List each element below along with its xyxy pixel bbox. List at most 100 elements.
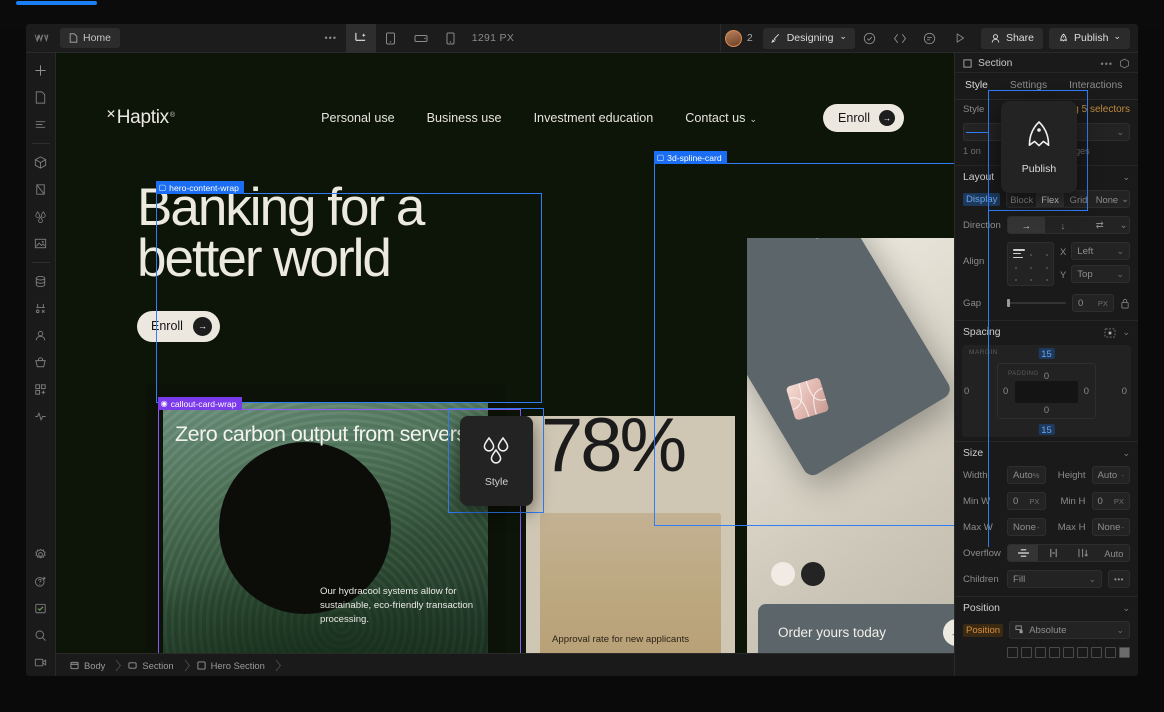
breakpoint-desktop-button[interactable] bbox=[346, 24, 376, 53]
margin-bottom-value[interactable]: 15 bbox=[1038, 424, 1054, 435]
chevron-down-icon[interactable]: ⌄ bbox=[1122, 448, 1130, 459]
audit-button[interactable] bbox=[855, 24, 885, 53]
breadcrumb-item-body[interactable]: Body bbox=[66, 660, 113, 671]
maxh-input[interactable]: None- bbox=[1092, 518, 1131, 536]
spacing-mode-icon[interactable] bbox=[1104, 328, 1116, 338]
product-card-panel[interactable]: Order yours today → bbox=[747, 238, 954, 653]
minh-input[interactable]: 0PX bbox=[1092, 492, 1131, 510]
more-options-button[interactable]: ••• bbox=[316, 24, 346, 53]
padding-top-value[interactable]: 0 bbox=[1044, 370, 1049, 381]
overflow-segmented-control[interactable]: Auto bbox=[1007, 544, 1130, 562]
section-title-size[interactable]: Size ⌄ bbox=[955, 441, 1138, 462]
breadcrumb-item-section[interactable]: Section bbox=[124, 660, 181, 671]
gap-slider[interactable] bbox=[1007, 294, 1066, 312]
page-selector-chip[interactable]: Home bbox=[60, 28, 120, 48]
anchor-full[interactable] bbox=[1119, 647, 1130, 658]
settings-panel-icon[interactable] bbox=[26, 541, 56, 568]
margin-top-value[interactable]: 15 bbox=[1038, 348, 1054, 359]
overflow-option-auto[interactable]: Auto bbox=[1099, 545, 1129, 561]
maxw-input[interactable]: None- bbox=[1007, 518, 1046, 536]
anchor-top-right[interactable] bbox=[1021, 647, 1032, 658]
display-option-none[interactable]: None bbox=[1093, 191, 1121, 207]
section-title-position[interactable]: Position ⌄ bbox=[955, 596, 1138, 617]
publish-popover[interactable]: Publish bbox=[1001, 101, 1077, 193]
component-badge-icon[interactable] bbox=[1119, 58, 1130, 69]
width-input[interactable]: Auto% bbox=[1007, 466, 1046, 484]
tab-style[interactable]: Style bbox=[965, 80, 988, 91]
margin-left-value[interactable]: 0 bbox=[964, 385, 969, 396]
style-panel-popover[interactable]: Style bbox=[460, 416, 533, 506]
breadcrumb-item-hero-section[interactable]: Hero Section bbox=[193, 660, 273, 671]
children-more-button[interactable]: ••• bbox=[1108, 570, 1130, 588]
tab-settings[interactable]: Settings bbox=[1010, 80, 1047, 91]
swatch-light[interactable] bbox=[771, 562, 795, 586]
anchor-right[interactable] bbox=[1077, 647, 1088, 658]
direction-segmented-control[interactable]: → ↓ ⇄ ⌄ bbox=[1007, 216, 1130, 234]
nav-link-business[interactable]: Business use bbox=[427, 111, 502, 125]
nav-link-investment[interactable]: Investment education bbox=[534, 111, 654, 125]
stat-card[interactable]: 78% Approval rate for new applicants bbox=[526, 416, 735, 653]
preview-button[interactable] bbox=[945, 24, 975, 53]
padding-right-value[interactable]: 0 bbox=[1084, 385, 1089, 396]
tab-interactions[interactable]: Interactions bbox=[1069, 80, 1122, 91]
overflow-option-scroll[interactable] bbox=[1069, 545, 1099, 561]
padding-left-value[interactable]: 0 bbox=[1003, 385, 1008, 396]
display-option-flex[interactable]: Flex bbox=[1036, 191, 1064, 207]
margin-right-value[interactable]: 0 bbox=[1122, 385, 1127, 396]
children-select[interactable]: Fill⌄ bbox=[1007, 570, 1102, 588]
nav-dropdown-contact[interactable]: Contact us⌄ bbox=[685, 111, 757, 125]
assets-panel-icon[interactable] bbox=[26, 230, 56, 257]
chevron-down-icon[interactable]: ⌄ bbox=[1122, 327, 1130, 338]
cms-panel-icon[interactable] bbox=[26, 268, 56, 295]
breakpoint-mobile-landscape-button[interactable] bbox=[406, 24, 436, 53]
comments-button[interactable] bbox=[915, 24, 945, 53]
anchor-bottom[interactable] bbox=[1091, 647, 1102, 658]
webflow-logo-icon[interactable] bbox=[26, 24, 56, 53]
display-option-grid[interactable]: Grid bbox=[1064, 191, 1092, 207]
video-panel-icon[interactable] bbox=[26, 649, 56, 676]
share-button[interactable]: Share bbox=[981, 28, 1043, 49]
style-panel-icon[interactable] bbox=[26, 203, 56, 230]
apps-panel-icon[interactable] bbox=[26, 376, 56, 403]
section-title-spacing[interactable]: Spacing ⌄ bbox=[955, 320, 1138, 341]
anchor-bottom-right[interactable] bbox=[1049, 647, 1060, 658]
direction-option-wrap[interactable]: ⇄ bbox=[1081, 217, 1118, 233]
ecommerce-panel-icon[interactable] bbox=[26, 295, 56, 322]
variables-panel-icon[interactable] bbox=[26, 176, 56, 203]
mode-selector[interactable]: Designing ⌄ bbox=[763, 28, 855, 49]
hero-content-wrap[interactable]: Banking for a better world Enroll → bbox=[137, 168, 515, 368]
site-logo[interactable]: ✕Haptix® bbox=[106, 107, 175, 129]
nav-enroll-button[interactable]: Enroll → bbox=[823, 104, 904, 132]
checklist-panel-icon[interactable] bbox=[26, 595, 56, 622]
order-cta-button[interactable]: Order yours today → bbox=[758, 604, 954, 653]
design-canvas[interactable]: ✕Haptix® Personal use Business use Inves… bbox=[56, 53, 954, 653]
chevron-down-icon[interactable]: ⌄ bbox=[1122, 603, 1130, 614]
overflow-option-visible[interactable] bbox=[1008, 545, 1038, 561]
align-grid-control[interactable] bbox=[1007, 242, 1054, 286]
panel-more-button[interactable]: ••• bbox=[1101, 59, 1113, 69]
anchor-top-left[interactable] bbox=[1007, 647, 1018, 658]
overflow-option-hidden[interactable] bbox=[1038, 545, 1068, 561]
anchor-bottom-left[interactable] bbox=[1035, 647, 1046, 658]
navigator-panel-icon[interactable] bbox=[26, 111, 56, 138]
publish-button[interactable]: Publish ⌄ bbox=[1049, 28, 1130, 49]
align-y-select[interactable]: Top⌄ bbox=[1071, 265, 1130, 283]
hero-enroll-button[interactable]: Enroll → bbox=[137, 311, 220, 342]
collaborators[interactable]: 2 bbox=[721, 30, 763, 47]
position-anchor-icons[interactable] bbox=[955, 643, 1138, 660]
height-input[interactable]: Auto- bbox=[1092, 466, 1130, 484]
align-x-select[interactable]: Left⌄ bbox=[1071, 242, 1130, 260]
padding-bottom-value[interactable]: 0 bbox=[1044, 404, 1049, 415]
add-panel-icon[interactable] bbox=[26, 57, 56, 84]
gap-input[interactable]: 0 PX bbox=[1072, 294, 1114, 312]
anchor-top[interactable] bbox=[1105, 647, 1116, 658]
users-panel-icon[interactable] bbox=[26, 322, 56, 349]
position-select[interactable]: Absolute ⌄ bbox=[1009, 621, 1130, 639]
components-panel-icon[interactable] bbox=[26, 149, 56, 176]
code-button[interactable] bbox=[885, 24, 915, 53]
anchor-left[interactable] bbox=[1063, 647, 1074, 658]
chevron-down-icon[interactable]: ⌄ bbox=[1121, 191, 1129, 207]
help-panel-icon[interactable] bbox=[26, 568, 56, 595]
chevron-down-icon[interactable]: ⌄ bbox=[1118, 217, 1129, 233]
pages-panel-icon[interactable] bbox=[26, 84, 56, 111]
